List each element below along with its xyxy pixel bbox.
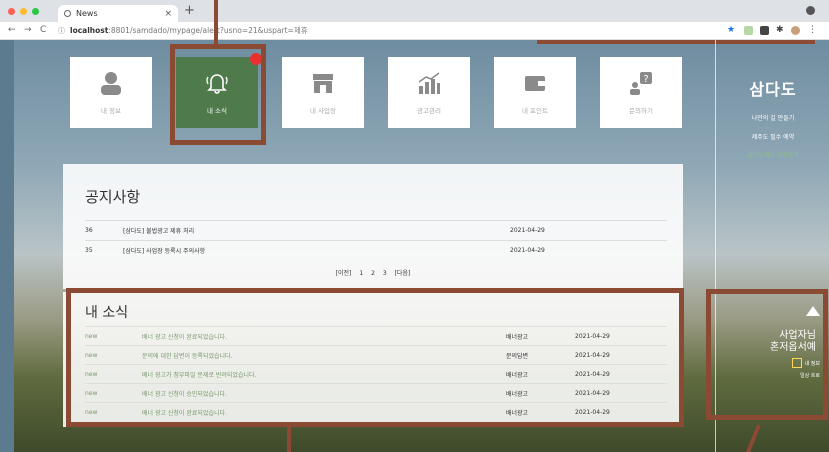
pager-page[interactable]: 3 xyxy=(383,270,387,277)
notice-number: 36 xyxy=(85,227,93,234)
menu-card-label: 광고관리 xyxy=(417,107,441,115)
sidebar-item-jeju-booking[interactable]: 제주도 필수 예약 xyxy=(716,132,829,141)
highlight-box xyxy=(66,288,684,427)
brand-logo[interactable]: 삼다도 xyxy=(716,76,829,100)
chart-icon xyxy=(418,72,440,94)
notice-date: 2021-04-29 xyxy=(510,227,545,234)
tab-title: News xyxy=(76,9,98,18)
pager-prev[interactable]: [이전] xyxy=(336,268,352,277)
bookmark-star-icon[interactable]: ★ xyxy=(727,25,735,35)
wallet-icon xyxy=(525,76,545,91)
minimize-window-button[interactable] xyxy=(20,8,27,15)
user-icon xyxy=(101,72,121,95)
notice-row-title[interactable]: [삼다도] 사업장 등록시 주의사항 xyxy=(123,246,510,255)
globe-icon xyxy=(64,10,71,17)
notice-title: 공지사항 xyxy=(85,188,141,206)
new-tab-button[interactable]: + xyxy=(184,3,195,18)
extensions-puzzle-icon[interactable]: ✱ xyxy=(776,25,784,35)
back-icon[interactable]: ← xyxy=(8,25,16,35)
menu-card-my-business[interactable]: 내 사업장 xyxy=(282,57,364,128)
notice-panel: 공지사항 36 [삼다도] 불법광고 제휴 처리 2021-04-29 35 [… xyxy=(63,164,683,289)
menu-card-ad-management[interactable]: 광고관리 xyxy=(388,57,470,128)
url-field[interactable]: localhost:8801/samdado/mypage/alert?usno… xyxy=(70,25,308,36)
highlight-box xyxy=(706,289,828,420)
info-icon: ⓘ xyxy=(58,27,65,35)
menu-card-label: 문의하기 xyxy=(629,107,653,115)
svg-text:?: ? xyxy=(643,74,648,85)
menu-card-my-points[interactable]: 내 포인트 xyxy=(494,57,576,128)
menu-card-label: 내 정보 xyxy=(100,107,121,115)
highlight-box xyxy=(170,44,266,145)
pager-page[interactable]: 2 xyxy=(371,270,375,277)
close-window-button[interactable] xyxy=(8,8,15,15)
notice-row-title[interactable]: [삼다도] 불법광고 제휴 처리 xyxy=(123,226,510,235)
url-path: :8801/samdado/mypage/alert?usno=21&uspar… xyxy=(108,26,308,35)
forward-icon[interactable]: → xyxy=(24,25,32,35)
address-bar: ← → C ⓘ localhost:8801/samdado/mypage/al… xyxy=(0,22,829,40)
store-icon xyxy=(313,74,333,93)
menu-card-inquiry[interactable]: ? 문의하기 xyxy=(600,57,682,128)
notice-row[interactable]: 36 [삼다도] 불법광고 제휴 처리 2021-04-29 xyxy=(85,220,667,240)
reload-icon[interactable]: C xyxy=(40,25,46,35)
tab-close-icon[interactable]: × xyxy=(164,9,172,19)
pager-next[interactable]: [다음] xyxy=(395,268,411,277)
profile-menu-icon[interactable] xyxy=(806,6,815,15)
extension-icon[interactable] xyxy=(760,26,769,35)
window-controls xyxy=(8,8,39,15)
notice-date: 2021-04-29 xyxy=(510,247,545,254)
maximize-window-button[interactable] xyxy=(32,8,39,15)
question-icon: ? xyxy=(630,72,652,95)
url-host: localhost xyxy=(70,26,109,35)
menu-card-label: 내 포인트 xyxy=(522,107,548,115)
notice-row[interactable]: 35 [삼다도] 사업장 등록시 주의사항 2021-04-29 xyxy=(85,240,667,260)
avatar[interactable] xyxy=(791,26,800,35)
mypage-menu: 내 정보 내 소식 내 사업장 광고관리 내 포인트 ? 문의하기 xyxy=(70,53,682,128)
menu-card-my-info[interactable]: 내 정보 xyxy=(70,57,152,128)
page-content: 내 정보 내 소식 내 사업장 광고관리 내 포인트 ? 문의하기 공지사항 3… xyxy=(14,40,829,452)
sidebar-item-business[interactable]: 삼다도에서 사업하기 xyxy=(716,150,829,159)
extension-icon[interactable] xyxy=(744,26,753,35)
pagination: [이전] 1 2 3 [다음] xyxy=(63,268,683,277)
pager-page[interactable]: 1 xyxy=(359,270,363,277)
page-left-edge xyxy=(0,40,14,452)
kebab-menu-icon[interactable]: ⋮ xyxy=(808,25,817,35)
highlight-pointer xyxy=(287,427,291,452)
browser-tab[interactable]: News × xyxy=(58,5,178,22)
browser-tab-bar: News × + xyxy=(0,0,829,22)
sidebar-item-my-route[interactable]: 나만의 길 만들기 xyxy=(716,113,829,122)
notice-number: 35 xyxy=(85,247,93,254)
menu-card-label: 내 사업장 xyxy=(310,107,336,115)
highlight-pointer xyxy=(214,0,218,44)
